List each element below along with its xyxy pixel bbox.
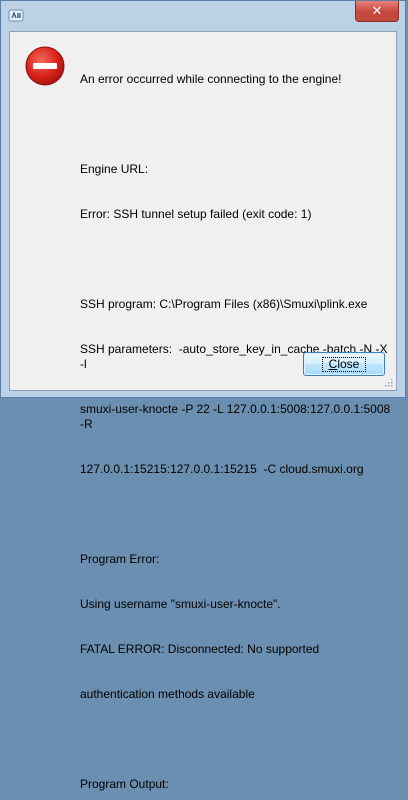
smuxi-icon <box>8 9 24 22</box>
engine-error-text: Error: SSH tunnel setup failed (exit cod… <box>80 207 312 221</box>
resize-grip-icon[interactable] <box>383 377 393 387</box>
window-close-button[interactable]: ✕ <box>355 1 399 22</box>
error-icon <box>25 46 65 86</box>
using-username-text: Using username "smuxi-user-knocte". <box>80 597 281 611</box>
program-output-label: Program Output: <box>80 777 169 791</box>
ssh-program-text: SSH program: C:\Program Files (x86)\Smux… <box>80 297 368 311</box>
close-label-rest: lose <box>337 356 360 371</box>
close-button-label: Close <box>321 356 367 372</box>
program-error-label: Program Error: <box>80 552 160 566</box>
fatal-error-line1: FATAL ERROR: Disconnected: No supported <box>80 642 320 656</box>
dialog-body: An error occurred while connecting to th… <box>9 31 397 791</box>
ssh-parameters-line2: smuxi-user-knocte -P 22 -L 127.0.0.1:500… <box>80 402 394 431</box>
close-button[interactable]: Close <box>303 352 385 376</box>
error-dialog-window: ✕ An error occurred while connecting to … <box>0 0 406 791</box>
error-message: An error occurred while connecting to th… <box>80 42 392 800</box>
title-bar[interactable]: ✕ <box>1 1 405 31</box>
engine-url-label: Engine URL: <box>80 162 149 176</box>
ssh-parameters-line3: 127.0.0.1:15215:127.0.0.1:15215 -C cloud… <box>80 462 364 476</box>
fatal-error-line2: authentication methods available <box>80 687 255 701</box>
error-heading: An error occurred while connecting to th… <box>80 72 342 86</box>
close-icon: ✕ <box>371 3 383 19</box>
